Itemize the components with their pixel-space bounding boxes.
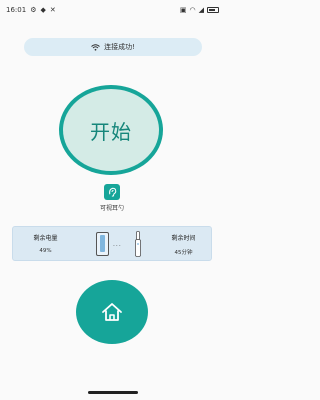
home-button[interactable] [76,280,148,344]
home-gesture-handle[interactable] [87,390,138,394]
start-button[interactable]: 开始 [59,85,163,175]
device-info-card: 剩余电量 49% ··· 剩余时间 45分钟 [12,226,212,261]
signal-icon: ◢ [198,5,204,14]
ear-pick-icon [135,231,141,257]
sim-icon: ▣ [179,5,187,14]
status-bar: 16:01 ⚙ ◆ ✕ ▣ ◠ ◢ [0,0,225,20]
time-title: 剩余时间 [171,235,196,242]
mode-selector[interactable]: 可视耳勺 [95,184,129,212]
time-info: 剩余时间 45分钟 [161,233,206,256]
status-time: 16:01 [6,6,27,14]
phone-icon [96,232,109,256]
time-value: 45分钟 [174,250,193,256]
battery-icon [207,7,219,13]
home-icon [102,303,122,321]
connection-toast: 连接成功! [24,38,202,56]
start-button-label: 开始 [63,89,159,171]
connection-dots: ··· [113,243,122,250]
mode-label: 可视耳勺 [99,205,124,212]
no-signal-icon: ✕ [49,5,56,14]
toast-text: 连接成功! [104,43,135,51]
battery-value: 49% [39,248,52,254]
location-icon: ◆ [40,5,46,14]
wifi-icon: ◠ [189,5,196,14]
settings-icon: ⚙ [30,5,37,14]
battery-title: 剩余电量 [33,235,58,242]
ear-icon [104,184,120,200]
navigation-bar [0,384,225,400]
battery-info: 剩余电量 49% [23,233,68,254]
wifi-icon [91,43,100,51]
